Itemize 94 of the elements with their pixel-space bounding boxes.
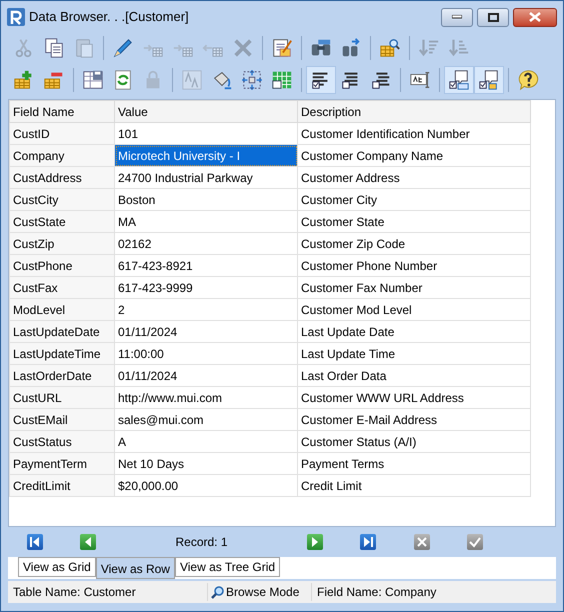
description-cell: Payment Terms <box>298 452 530 474</box>
value-cell[interactable]: http://www.mui.com <box>114 386 298 408</box>
x-mark-icon <box>232 37 254 59</box>
field-name-cell: CustCity <box>10 188 114 210</box>
field-name-cell: CustPhone <box>10 254 114 276</box>
binoculars-icon <box>340 37 362 59</box>
clipboard-icon <box>73 37 95 59</box>
value-cell[interactable]: Microtech University - I <box>114 144 298 166</box>
field-name-cell: LastOrderDate <box>10 364 114 386</box>
description-cell: Last Update Date <box>298 320 530 342</box>
prior-record-button[interactable] <box>80 534 96 550</box>
description-cell: Customer Identification Number <box>298 122 530 144</box>
tip-grid-button[interactable] <box>444 66 474 94</box>
field-name-cell: CustEMail <box>10 408 114 430</box>
value-cell[interactable]: 02162 <box>114 232 298 254</box>
field-name-cell: CustURL <box>10 386 114 408</box>
minimize-icon <box>452 15 462 19</box>
sort-icon <box>418 37 440 59</box>
field-name-cell: CustZip <box>10 232 114 254</box>
mode-status: Browse Mode <box>226 584 300 601</box>
value-cell[interactable]: 11:00:00 <box>114 342 298 364</box>
value-cell[interactable]: 24700 Industrial Parkway <box>114 166 298 188</box>
value-cell[interactable]: Boston <box>114 188 298 210</box>
description-cell: Last Order Data <box>298 364 530 386</box>
last-record-button[interactable] <box>360 534 376 550</box>
description-cell: Customer WWW URL Address <box>298 386 530 408</box>
note-pencil-icon <box>271 37 293 59</box>
record-number: Record: 1 <box>174 534 229 551</box>
app-logo-icon <box>7 8 25 26</box>
grid-icon <box>271 69 293 91</box>
documents-icon <box>43 37 65 59</box>
description-cell: Customer E-Mail Address <box>298 408 530 430</box>
field-name-cell: LastUpdateTime <box>10 342 114 364</box>
close-button[interactable] <box>513 8 557 26</box>
column-header[interactable]: Field Name <box>10 100 114 122</box>
pencil-icon <box>112 37 134 59</box>
column-header[interactable]: Description <box>298 100 530 122</box>
value-cell[interactable]: $20,000.00 <box>114 474 298 496</box>
field-name-cell: PaymentTerm <box>10 452 114 474</box>
speech-bubble-icon <box>448 69 470 91</box>
sort-icon <box>448 37 470 59</box>
search-icon <box>211 586 224 598</box>
description-cell: Credit Limit <box>298 474 530 496</box>
field-name-cell: CustFax <box>10 276 114 298</box>
value-cell[interactable]: 617-423-9999 <box>114 276 298 298</box>
next-record-button[interactable] <box>307 534 323 550</box>
description-cell: Customer Address <box>298 166 530 188</box>
value-cell[interactable]: sales@mui.com <box>114 408 298 430</box>
value-cell[interactable]: A <box>114 430 298 452</box>
description-cell: Customer State <box>298 210 530 232</box>
field-name-cell: Company <box>10 144 114 166</box>
description-cell: Customer Zip Code <box>298 232 530 254</box>
description-cell: Customer Phone Number <box>298 254 530 276</box>
minimize-button[interactable] <box>441 8 473 26</box>
align-left-button[interactable] <box>306 66 336 94</box>
field-name-status: Field Name: Company <box>316 584 438 601</box>
speech-bubble-icon <box>478 69 500 91</box>
move-arrows-icon <box>241 69 263 91</box>
table-magnifier-icon <box>379 37 401 59</box>
refresh-icon <box>112 69 134 91</box>
description-cell: Customer Mod Level <box>298 298 530 320</box>
value-cell[interactable]: 01/11/2024 <box>114 364 298 386</box>
table-disk-icon <box>82 69 104 91</box>
description-cell: Customer Fax Number <box>298 276 530 298</box>
window-title: Data Browser. . .[Customer] <box>29 8 189 26</box>
help-icon <box>517 69 539 91</box>
field-name-cell: CustAddress <box>10 166 114 188</box>
view-tab[interactable]: View as Grid <box>18 557 96 577</box>
column-header[interactable]: Value <box>114 100 298 122</box>
view-tab[interactable]: View as Row <box>96 557 175 579</box>
field-name-cell: CreditLimit <box>10 474 114 496</box>
description-cell: Customer City <box>298 188 530 210</box>
description-cell: Customer Status (A/I) <box>298 430 530 452</box>
description-cell: Customer Company Name <box>298 144 530 166</box>
description-cell: Last Update Time <box>298 342 530 364</box>
field-name-cell: CustState <box>10 210 114 232</box>
value-cell[interactable]: MA <box>114 210 298 232</box>
value-cell[interactable]: 01/11/2024 <box>114 320 298 342</box>
value-cell[interactable]: 2 <box>114 298 298 320</box>
field-name-cell: CustID <box>10 122 114 144</box>
first-record-button[interactable] <box>27 534 43 550</box>
table-name-status: Table Name: Customer <box>8 583 208 601</box>
field-name-cell: ModLevel <box>10 298 114 320</box>
value-cell[interactable]: 617-423-8921 <box>114 254 298 276</box>
field-name-cell: LastUpdateDate <box>10 320 114 342</box>
font-icon <box>181 69 203 91</box>
value-cell[interactable]: Net 10 Days <box>114 452 298 474</box>
close-icon <box>529 12 541 22</box>
field-name-cell: CustStatus <box>10 430 114 452</box>
view-tab[interactable]: View as Tree Grid <box>174 557 280 577</box>
spell-check-icon <box>409 69 431 91</box>
maximize-icon <box>488 12 498 22</box>
maximize-button[interactable] <box>477 8 509 26</box>
tip-form-button[interactable] <box>474 66 504 94</box>
